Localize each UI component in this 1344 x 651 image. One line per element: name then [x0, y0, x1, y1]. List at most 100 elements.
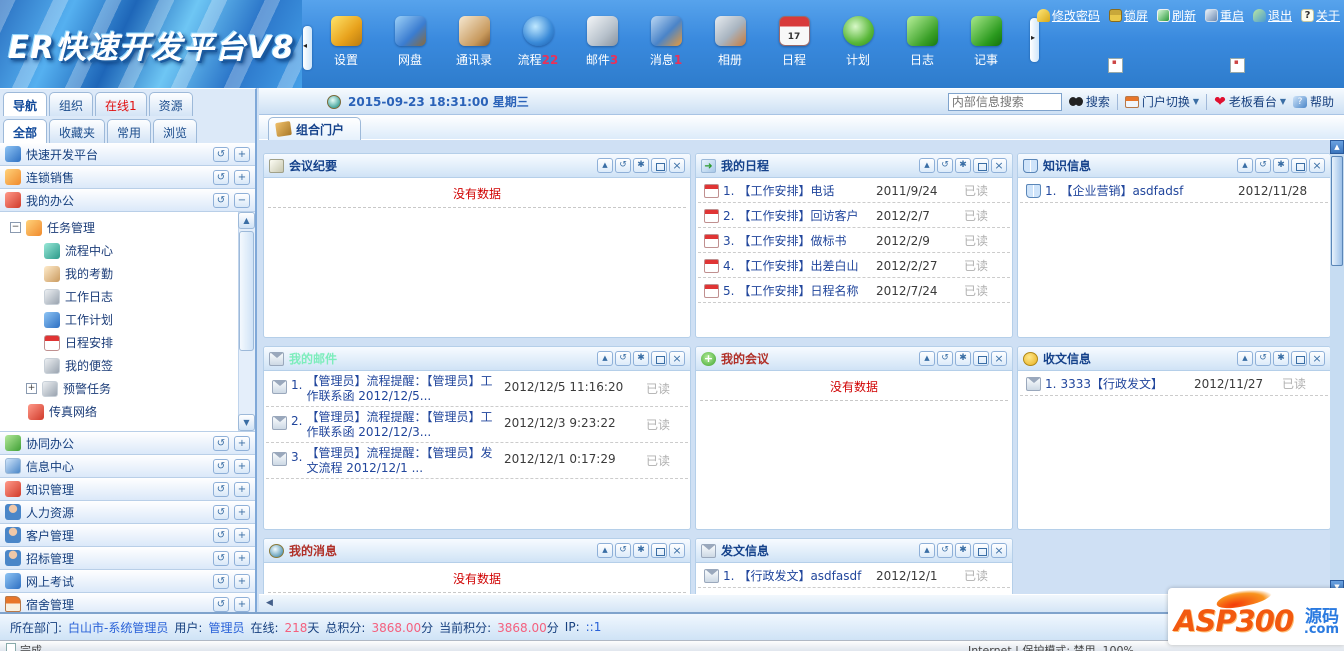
refresh-panel-button[interactable]: [1255, 351, 1271, 366]
close-panel-button[interactable]: [991, 351, 1007, 366]
sidebar-group-knowledge-mgmt[interactable]: 知识管理 ↺ +: [0, 478, 255, 501]
tree-item-work-plan[interactable]: 工作计划: [0, 308, 237, 331]
search-button[interactable]: 搜索: [1068, 93, 1110, 110]
group-refresh-button[interactable]: ↺: [213, 504, 229, 520]
mail-item[interactable]: 1. 【管理员】流程提醒：【管理员】工作联系函 2012/12/5... 2012/…: [266, 371, 688, 407]
group-refresh-button[interactable]: ↺: [213, 458, 229, 474]
scroll-down-icon[interactable]: ▼: [238, 414, 255, 431]
close-panel-button[interactable]: [669, 351, 685, 366]
expand-node-icon[interactable]: +: [26, 383, 37, 394]
group-expand-button[interactable]: +: [234, 504, 250, 520]
scroll-up-icon[interactable]: ▲: [238, 212, 255, 229]
maximize-panel-button[interactable]: [973, 351, 989, 366]
group-refresh-button[interactable]: ↺: [213, 169, 229, 185]
tree-scrollbar[interactable]: ▲ ▼: [238, 212, 255, 431]
refresh-panel-button[interactable]: [615, 543, 631, 558]
tree-item-calendar[interactable]: 日程安排: [0, 331, 237, 354]
toolbar-item-journal[interactable]: 日志: [890, 16, 954, 68]
scroll-left-icon[interactable]: ◀: [266, 598, 273, 608]
group-refresh-button[interactable]: ↺: [213, 435, 229, 451]
sidebar-group-customer-mgmt[interactable]: 客户管理 ↺ +: [0, 524, 255, 547]
close-panel-button[interactable]: [669, 158, 685, 173]
tab-browse[interactable]: 浏览: [153, 119, 198, 143]
group-refresh-button[interactable]: ↺: [213, 146, 229, 162]
group-refresh-button[interactable]: ↺: [213, 481, 229, 497]
sidebar-group-chain-sales[interactable]: 连锁销售 ↺ +: [0, 166, 255, 189]
sidebar-group-collab-office[interactable]: 协同办公 ↺ +: [0, 432, 255, 455]
refresh-panel-button[interactable]: [937, 543, 953, 558]
mail-item[interactable]: 3. 【管理员】流程提醒：【管理员】发文流程 2012/12/1 ... 2012/…: [266, 443, 688, 479]
group-refresh-button[interactable]: ↺: [213, 192, 229, 208]
tab-frequent[interactable]: 常用: [107, 119, 152, 143]
close-panel-button[interactable]: [1309, 351, 1325, 366]
schedule-item[interactable]: 3. 【工作安排】做标书 2012/2/9 已读: [698, 228, 1010, 253]
group-expand-button[interactable]: +: [234, 435, 250, 451]
sidebar-group-info-center[interactable]: 信息中心 ↺ +: [0, 455, 255, 478]
scroll-thumb[interactable]: [1331, 156, 1343, 266]
panel-settings-button[interactable]: [955, 543, 971, 558]
toolbar-item-contacts[interactable]: 通讯录: [442, 16, 506, 68]
tree-item-work-log[interactable]: 工作日志: [0, 285, 237, 308]
toolbar-item-schedule[interactable]: 日程: [762, 16, 826, 68]
tree-item-task-mgmt[interactable]: − 任务管理: [0, 216, 237, 239]
toolbar-item-message[interactable]: 消息1: [634, 16, 698, 68]
tree-item-attendance[interactable]: 我的考勤: [0, 262, 237, 285]
group-refresh-button[interactable]: ↺: [213, 527, 229, 543]
sidebar-group-online-exam[interactable]: 网上考试 ↺ +: [0, 570, 255, 593]
tab-all[interactable]: 全部: [3, 119, 48, 143]
tab-online[interactable]: 在线1: [95, 92, 147, 116]
boss-view-button[interactable]: ❤ 老板看台 ▼: [1214, 93, 1286, 110]
group-refresh-button[interactable]: ↺: [213, 550, 229, 566]
logout-link[interactable]: 退出: [1252, 7, 1292, 24]
tab-organization[interactable]: 组织: [49, 92, 94, 116]
refresh-panel-button[interactable]: [937, 158, 953, 173]
mail-item[interactable]: 2. 【管理员】流程提醒：【管理员】工作联系函 2012/12/3... 2012/…: [266, 407, 688, 443]
group-refresh-button[interactable]: ↺: [213, 596, 229, 612]
maximize-panel-button[interactable]: [651, 351, 667, 366]
refresh-link[interactable]: 刷新: [1156, 7, 1196, 24]
group-expand-button[interactable]: +: [234, 481, 250, 497]
portal-switch-button[interactable]: 门户切换 ▼: [1124, 93, 1199, 110]
close-panel-button[interactable]: [991, 543, 1007, 558]
tree-item-alert-task[interactable]: + 预警任务: [0, 377, 237, 400]
schedule-item[interactable]: 1. 【工作安排】电话 2011/9/24 已读: [698, 178, 1010, 203]
group-expand-button[interactable]: +: [234, 146, 250, 162]
group-expand-button[interactable]: +: [234, 169, 250, 185]
group-expand-button[interactable]: +: [234, 573, 250, 589]
toolbar-item-notes[interactable]: 记事: [954, 16, 1018, 68]
toolbar-item-album[interactable]: 相册: [698, 16, 762, 68]
help-button[interactable]: 帮助: [1292, 93, 1334, 110]
received-doc-item[interactable]: 1. 3333【行政发文】 2012/11/27 已读: [1020, 371, 1328, 396]
tab-navigation[interactable]: 导航: [3, 92, 48, 116]
tab-favorites[interactable]: 收藏夹: [49, 119, 106, 143]
toolbar-item-netdisk[interactable]: 网盘: [378, 16, 442, 68]
collapse-panel-button[interactable]: [919, 158, 935, 173]
panel-settings-button[interactable]: [955, 351, 971, 366]
maximize-panel-button[interactable]: [1291, 351, 1307, 366]
panel-settings-button[interactable]: [633, 543, 649, 558]
collapse-panel-button[interactable]: [919, 351, 935, 366]
toolbar-item-mail[interactable]: 邮件3: [570, 16, 634, 68]
close-panel-button[interactable]: [991, 158, 1007, 173]
tab-combined-portal[interactable]: 组合门户: [268, 117, 362, 140]
maximize-panel-button[interactable]: [1291, 158, 1307, 173]
schedule-item[interactable]: 4. 【工作安排】出差白山 2012/2/27 已读: [698, 253, 1010, 278]
panel-settings-button[interactable]: [1273, 158, 1289, 173]
collapse-panel-button[interactable]: [597, 543, 613, 558]
group-expand-button[interactable]: +: [234, 596, 250, 612]
about-link[interactable]: 关于: [1300, 7, 1340, 24]
collapse-left-icon[interactable]: [303, 26, 312, 70]
knowledge-item[interactable]: 1. 【企业营销】asdfadsf 2012/11/28: [1020, 178, 1328, 203]
maximize-panel-button[interactable]: [651, 158, 667, 173]
group-expand-button[interactable]: +: [234, 550, 250, 566]
refresh-panel-button[interactable]: [615, 351, 631, 366]
refresh-panel-button[interactable]: [615, 158, 631, 173]
collapse-panel-button[interactable]: [597, 351, 613, 366]
panel-settings-button[interactable]: [1273, 351, 1289, 366]
sidebar-group-hr[interactable]: 人力资源 ↺ +: [0, 501, 255, 524]
group-collapse-button[interactable]: −: [234, 192, 250, 208]
tree-item-fax-network[interactable]: 传真网络: [0, 400, 237, 423]
group-refresh-button[interactable]: ↺: [213, 573, 229, 589]
content-vertical-scrollbar[interactable]: ▲ ▼: [1330, 140, 1344, 594]
sidebar-group-platform[interactable]: 快速开发平台 ↺ +: [0, 143, 255, 166]
